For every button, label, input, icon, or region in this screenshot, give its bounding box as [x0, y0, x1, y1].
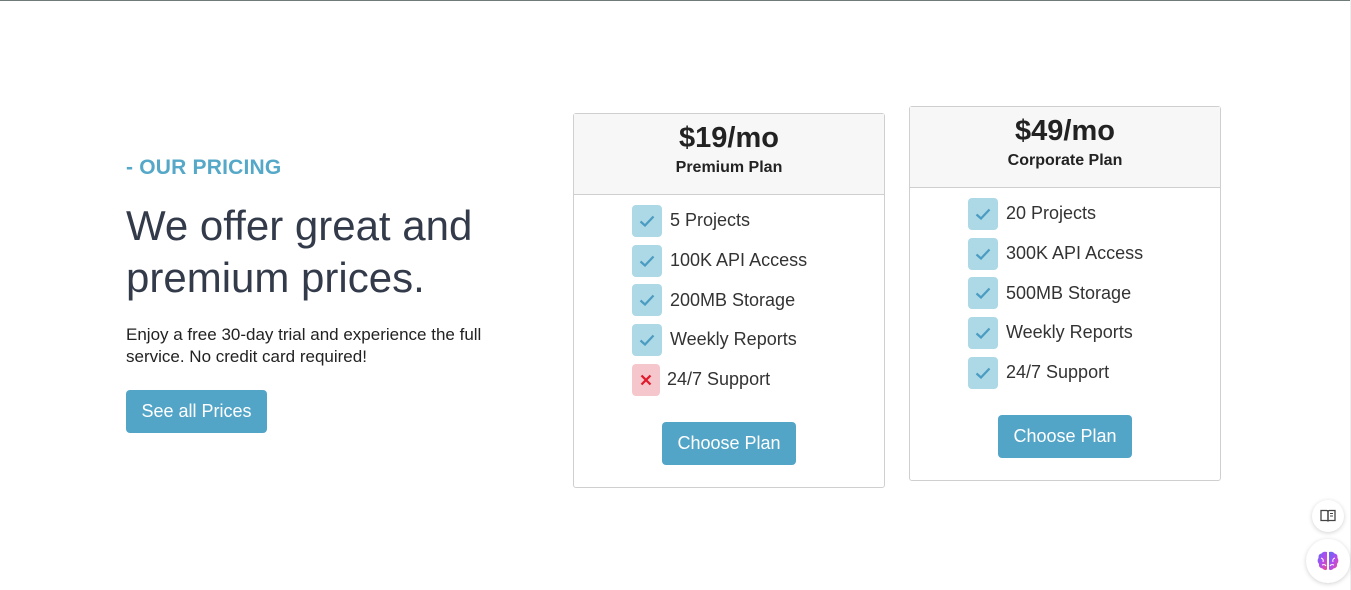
feature-item: Weekly Reports	[968, 313, 1220, 353]
feature-item: 100K API Access	[632, 241, 884, 281]
feature-item: 24/7 Support	[632, 360, 884, 400]
feature-item: 300K API Access	[968, 234, 1220, 274]
plan-name: Corporate Plan	[1007, 152, 1123, 169]
feature-item: Weekly Reports	[632, 320, 884, 360]
plan-price: $19/mo	[679, 122, 779, 154]
check-icon	[632, 284, 662, 317]
feature-item: 5 Projects	[632, 201, 884, 241]
feature-label: Weekly Reports	[670, 329, 797, 350]
feature-item: 200MB Storage	[632, 280, 884, 320]
pricing-card-corporate: $49/mo Corporate Plan 20 Projects 300K A…	[909, 106, 1221, 481]
feature-item: 20 Projects	[968, 194, 1220, 234]
check-icon	[968, 277, 998, 310]
reader-button[interactable]	[1312, 500, 1344, 532]
choose-plan-button[interactable]: Choose Plan	[662, 422, 796, 466]
see-all-prices-button[interactable]: See all Prices	[126, 390, 267, 433]
feature-label: 500MB Storage	[1006, 282, 1132, 303]
check-icon	[632, 323, 662, 356]
feature-label: Weekly Reports	[1006, 322, 1133, 343]
feature-label: 100K API Access	[670, 250, 808, 271]
assistant-button[interactable]	[1306, 539, 1350, 583]
feature-list: 20 Projects 300K API Access 500MB Storag…	[910, 188, 1220, 392]
check-icon	[968, 197, 998, 230]
check-icon	[632, 204, 662, 237]
book-icon	[1320, 509, 1336, 522]
pricing-card-premium: $19/mo Premium Plan 5 Projects 100K API …	[573, 113, 885, 488]
check-icon	[968, 356, 998, 389]
check-icon	[968, 316, 998, 349]
check-icon	[968, 237, 998, 270]
feature-label: 24/7 Support	[1006, 362, 1110, 383]
check-icon	[632, 244, 662, 277]
section-description: Enjoy a free 30-day trial and experience…	[126, 325, 482, 366]
feature-label: 20 Projects	[1006, 203, 1097, 224]
plan-price: $49/mo	[1015, 115, 1115, 147]
top-border	[0, 0, 1351, 1]
cross-icon	[632, 363, 660, 396]
card-header: $49/mo Corporate Plan	[910, 107, 1220, 188]
feature-label: 200MB Storage	[670, 289, 796, 310]
choose-plan-button[interactable]: Choose Plan	[998, 415, 1132, 459]
feature-label: 5 Projects	[670, 210, 751, 231]
feature-label: 300K API Access	[1006, 243, 1144, 264]
feature-label: 24/7 Support	[667, 369, 771, 390]
card-header: $19/mo Premium Plan	[574, 114, 884, 195]
plan-name: Premium Plan	[675, 159, 783, 176]
section-headline: We offer great and premium prices.	[126, 202, 473, 301]
feature-list: 5 Projects 100K API Access 200MB Storage…	[574, 195, 884, 399]
feature-item: 24/7 Support	[968, 353, 1220, 393]
feature-item: 500MB Storage	[968, 273, 1220, 313]
brain-icon	[1317, 551, 1339, 571]
section-eyebrow: - OUR PRICING	[126, 156, 282, 179]
